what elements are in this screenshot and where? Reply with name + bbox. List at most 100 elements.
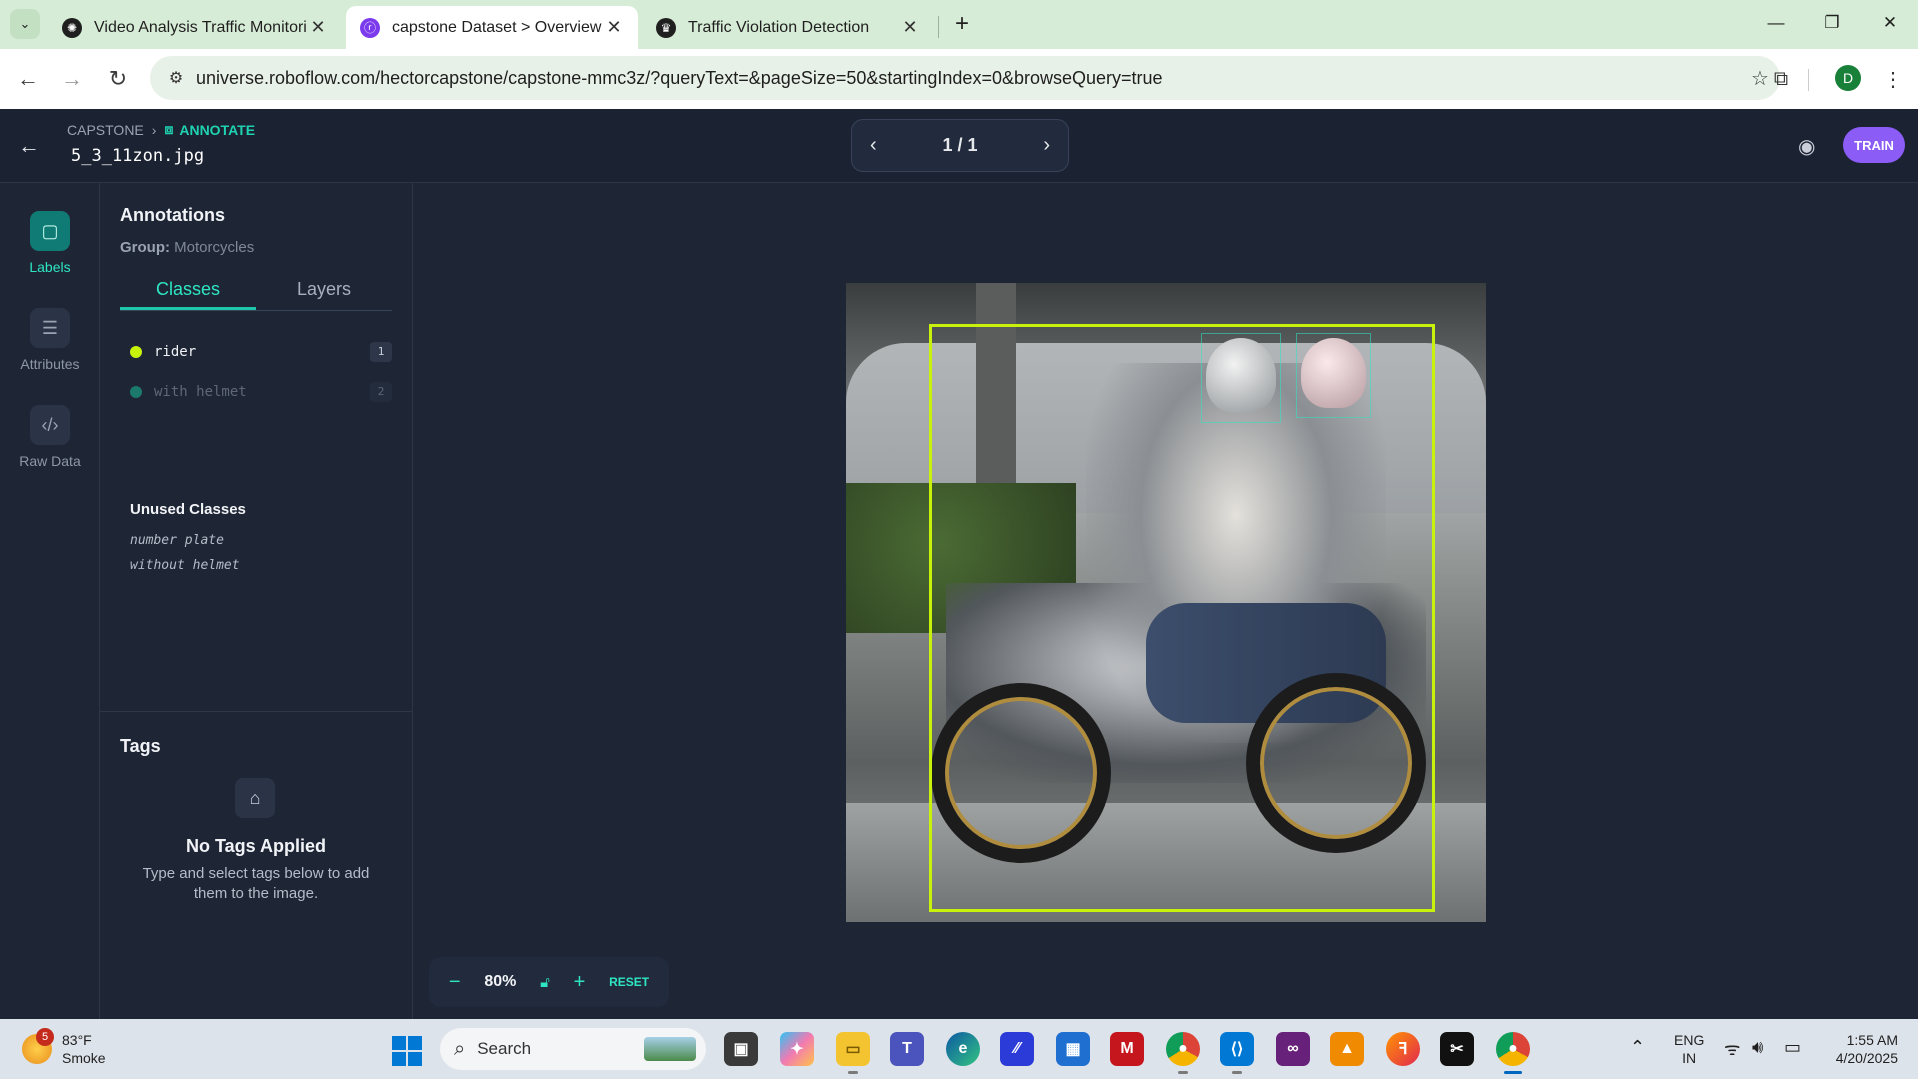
- search-icon: ⌕: [454, 1037, 466, 1060]
- clock-date: 4/20/2025: [1835, 1050, 1898, 1066]
- hide-annotations-icon[interactable]: ◉: [1798, 134, 1815, 159]
- tab-classes[interactable]: Classes: [120, 273, 256, 310]
- browser-menu-icon[interactable]: ⋮: [1879, 65, 1907, 93]
- teams-icon[interactable]: T: [890, 1032, 924, 1066]
- weather-widget[interactable]: 5 83°F Smoke: [22, 1028, 106, 1067]
- no-tags-hint: Type and select tags below to add them t…: [142, 865, 370, 902]
- edge-icon[interactable]: e: [946, 1032, 980, 1066]
- back-button[interactable]: ←: [14, 65, 42, 93]
- image-filename: 5_3_11zon.jpg: [71, 146, 205, 166]
- extensions-icon[interactable]: ⧉: [1767, 65, 1795, 93]
- annotation-canvas[interactable]: − 80% 🔓︎ + RESET: [413, 183, 1918, 1019]
- unused-class-item[interactable]: number plate: [130, 533, 224, 548]
- forward-button[interactable]: →: [58, 65, 86, 93]
- class-color-dot: [130, 346, 142, 358]
- wifi-icon[interactable]: ᯤ: [1724, 1037, 1740, 1061]
- breadcrumb: CAPSTONE › ⧈ ANNOTATE: [67, 121, 255, 138]
- tab-layers[interactable]: Layers: [256, 273, 392, 310]
- taskbar-search[interactable]: ⌕ Search: [440, 1028, 706, 1070]
- lock-icon[interactable]: 🔓︎: [540, 974, 550, 991]
- class-name: rider: [154, 344, 197, 360]
- zoom-in-button[interactable]: +: [574, 971, 586, 994]
- tab-separator: [938, 16, 939, 38]
- lang-line1: ENG: [1674, 1032, 1705, 1048]
- system-clock[interactable]: 1:55 AM 4/20/2025: [1826, 1031, 1898, 1067]
- class-count-badge: 2: [370, 382, 392, 402]
- tab-title: Video Analysis Traffic Monitorin: [94, 18, 308, 36]
- tab-title: Traffic Violation Detection: [688, 18, 870, 36]
- back-arrow-icon[interactable]: ←: [18, 133, 40, 159]
- class-color-dot: [130, 386, 142, 398]
- tab-video-analysis[interactable]: ✺ Video Analysis Traffic Monitorin ✕: [48, 6, 342, 49]
- toolbar-separator: [1808, 69, 1809, 91]
- image-pager: ‹ 1 / 1 ›: [851, 119, 1069, 172]
- zoom-out-button[interactable]: −: [449, 971, 461, 994]
- tab-traffic-violation[interactable]: ♛ Traffic Violation Detection ✕: [642, 6, 934, 49]
- close-tab-icon[interactable]: ✕: [308, 17, 328, 38]
- vscode-icon[interactable]: ⟨⟩: [1220, 1032, 1254, 1074]
- firefox-icon[interactable]: ꟻ: [1386, 1032, 1420, 1066]
- visual-studio-icon[interactable]: ∞: [1276, 1032, 1310, 1066]
- group-value: Motorcycles: [174, 239, 255, 256]
- breadcrumb-annotate-label: ANNOTATE: [179, 121, 256, 138]
- restore-button[interactable]: ❐: [1812, 8, 1852, 38]
- bbox-with-helmet[interactable]: [1296, 333, 1371, 418]
- list-icon: ☰: [30, 308, 70, 348]
- close-tab-icon[interactable]: ✕: [900, 17, 920, 38]
- microsoft-store-icon[interactable]: ▦: [1056, 1032, 1090, 1066]
- annotations-panel: Annotations Group: Motorcycles Classes L…: [100, 183, 412, 711]
- search-label: Search: [477, 1039, 532, 1058]
- site-info-icon[interactable]: ⚙: [156, 68, 196, 88]
- vlc-icon[interactable]: ▲: [1330, 1032, 1364, 1066]
- breadcrumb-project[interactable]: CAPSTONE: [67, 122, 144, 138]
- rail-labels[interactable]: ▢ Labels: [0, 211, 100, 275]
- reset-zoom-button[interactable]: RESET: [609, 975, 649, 989]
- prev-image-button[interactable]: ‹: [870, 134, 877, 157]
- class-row-with-helmet[interactable]: with helmet 2: [130, 379, 392, 405]
- annotated-image[interactable]: [846, 283, 1486, 922]
- rail-attributes[interactable]: ☰ Attributes: [0, 308, 100, 372]
- address-bar[interactable]: ⚙ universe.roboflow.com/hectorcapstone/c…: [150, 56, 1780, 100]
- mcafee-icon[interactable]: M: [1110, 1032, 1144, 1066]
- chrome-icon[interactable]: ●: [1166, 1032, 1200, 1074]
- profile-avatar[interactable]: D: [1835, 65, 1861, 91]
- close-window-button[interactable]: ✕: [1870, 8, 1910, 38]
- annotate-header: ← CAPSTONE › ⧈ ANNOTATE 5_3_11zon.jpg ‹ …: [0, 109, 1918, 183]
- class-row-rider[interactable]: rider 1: [130, 339, 392, 365]
- tab-capstone-dataset[interactable]: ⓡ capstone Dataset > Overview ✕: [346, 6, 638, 49]
- no-tags-title: No Tags Applied: [185, 836, 326, 856]
- task-view-icon[interactable]: ▣: [724, 1032, 758, 1066]
- train-button[interactable]: TRAIN: [1843, 127, 1905, 163]
- volume-icon[interactable]: 🔊︎: [1752, 1037, 1763, 1058]
- copilot-icon[interactable]: ✦: [780, 1032, 814, 1066]
- group-info: Group: Motorcycles: [120, 239, 254, 256]
- show-hidden-icons-chevron-icon[interactable]: ⌃: [1630, 1037, 1645, 1058]
- chevron-right-icon: ›: [151, 121, 157, 138]
- url-text[interactable]: universe.roboflow.com/hectorcapstone/cap…: [196, 68, 1740, 89]
- new-tab-button[interactable]: +: [948, 10, 976, 38]
- app-icon-blue[interactable]: ⁄⁄: [1000, 1032, 1034, 1066]
- unused-class-item[interactable]: without helmet: [130, 558, 240, 573]
- weather-sun-icon: 5: [22, 1028, 54, 1064]
- class-count-badge: 1: [370, 342, 392, 362]
- bbox-with-helmet[interactable]: [1201, 333, 1281, 423]
- minimize-button[interactable]: —: [1756, 8, 1796, 38]
- capcut-icon[interactable]: ✂: [1440, 1032, 1474, 1066]
- reload-button[interactable]: ↻: [104, 65, 132, 93]
- pager-count: 1 / 1: [942, 135, 978, 155]
- start-windows-icon[interactable]: [392, 1036, 422, 1066]
- unused-classes-title: Unused Classes: [130, 501, 246, 518]
- chrome-profile-icon[interactable]: ●: [1496, 1032, 1530, 1074]
- rail-attributes-label: Attributes: [20, 356, 80, 372]
- search-highlight-image: [644, 1037, 696, 1061]
- rail-raw-data[interactable]: ‹/› Raw Data: [0, 405, 100, 469]
- next-image-button[interactable]: ›: [1043, 134, 1050, 157]
- labels-icon: ▢: [30, 211, 70, 251]
- language-indicator[interactable]: ENG IN: [1674, 1031, 1704, 1067]
- close-tab-icon[interactable]: ✕: [604, 17, 624, 38]
- file-explorer-icon[interactable]: ▭: [836, 1032, 870, 1074]
- weather-temp: 83°F: [62, 1032, 92, 1048]
- zoom-controls: − 80% 🔓︎ + RESET: [429, 957, 669, 1007]
- tab-search-menu-button[interactable]: ⌄: [10, 9, 40, 39]
- battery-icon[interactable]: ▭: [1784, 1037, 1801, 1058]
